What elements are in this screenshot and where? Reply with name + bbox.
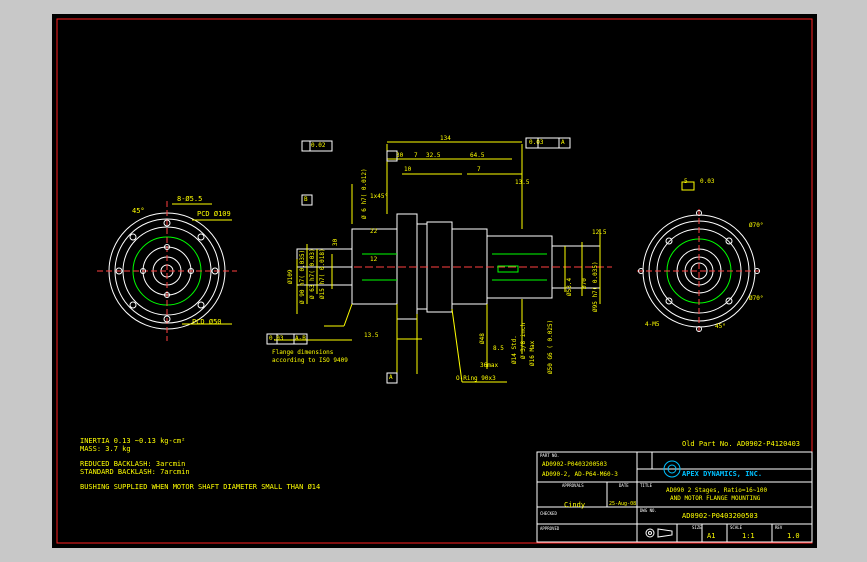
dim-15: Ø15 h7( 0.018) (319, 248, 326, 299)
rev-value: 1.0 (787, 532, 800, 540)
bushing-note: BUSHING SUPPLIED WHEN MOTOR SHAFT DIAMET… (80, 483, 321, 491)
dim-7: 7 (414, 152, 418, 159)
dim-14std: Ø14 Std. (511, 335, 518, 364)
title-label: TITLE (640, 483, 653, 488)
dim-70: Ø70 (581, 278, 588, 289)
drawing-canvas: INERTIA 0.13 ~0.13 kg-cm² MASS: 3.7 kg R… (52, 14, 817, 548)
old-part-no: Old Part No. AD0902-P4120403 (682, 440, 801, 448)
dim-36max: 36max (480, 362, 499, 369)
dim-13-5: 13.5 (515, 179, 530, 186)
left-pcd-outer: PCD Ø109 (197, 210, 231, 218)
projection-symbol (645, 528, 673, 538)
dim-48: Ø48 (479, 333, 486, 344)
left-angle-label: 45° (132, 207, 145, 215)
approvals-label: APPROVALS (562, 483, 584, 488)
dim-13-5b: 13.5 (364, 332, 379, 339)
dim-7b: 7 (477, 166, 481, 173)
checked-label: CHECKED (540, 511, 557, 516)
rev-label: REV (775, 525, 783, 530)
dim-tolerance: 0.03 (269, 335, 284, 342)
right-angle-2: Ø70° (749, 295, 764, 302)
dim-109: Ø109 (287, 269, 294, 284)
right-angle-3: 45° (715, 323, 726, 330)
dim-32-5: 32.5 (426, 152, 441, 159)
approved-label: APPROVED (540, 526, 560, 531)
size-value: A1 (707, 532, 716, 540)
part-no-1: AD0902-P0403200503 (542, 461, 608, 468)
standard-backlash-note: STANDARD BACKLASH: 7arcmin (80, 468, 190, 476)
part-no-label: PART NO. (540, 453, 560, 458)
dim-22: 22 (370, 228, 378, 235)
reduced-backlash-note: REDUCED BACKLASH: 3arcmin (80, 460, 186, 468)
right-front-view (637, 181, 762, 334)
right-key-dim: 0.03 (700, 178, 715, 185)
drawn-date: 25-Aug-08 (609, 501, 637, 507)
dwg-no: AD0902-P0403200503 (682, 512, 758, 520)
inertia-note: INERTIA 0.13 ~0.13 kg-cm² (80, 437, 186, 445)
right-holes: 4-M5 (645, 321, 660, 328)
dim-perpendicular: 0.02 (311, 142, 326, 149)
title-line-2: AND MOTOR FLANGE MOUNTING (670, 495, 761, 502)
left-bolt-label: 8-Ø5.5 (177, 195, 203, 203)
mass-note: MASS: 3.7 kg (80, 445, 131, 453)
dim-134: 134 (440, 135, 451, 142)
dim-a-b: A-B (295, 335, 306, 342)
flange-note-2: according to ISO 9409 (272, 357, 348, 364)
dim-12: 12 (370, 256, 378, 263)
dim-datum-b: B (304, 196, 308, 203)
drawn-by: Cindy (564, 501, 586, 509)
right-key-label: 5 (684, 178, 688, 185)
datum-c: A (389, 374, 393, 381)
dim-90: Ø 90 h7( 0.035) (299, 249, 306, 304)
dim-10: 10 (404, 166, 412, 173)
dim-3-8-inch: Ø 3/8 inch (520, 322, 527, 359)
dim-30: 30 (396, 152, 404, 159)
right-angle-1: Ø70° (749, 222, 764, 229)
dim-30b: 30 (332, 238, 339, 246)
dim-chamfer: 1x45° (370, 193, 389, 200)
dim-95: Ø95 h7( 0.035) (592, 261, 599, 312)
dim-53-4: Ø53.4 (566, 277, 573, 296)
dim-6h7: Ø 6 h7( 0.012) (361, 168, 368, 219)
dim-63: Ø 63 h7( 0.03) (309, 248, 316, 299)
dim-12-5: 12.5 (592, 229, 607, 236)
flange-note-1: Flange dimensions (272, 349, 334, 356)
left-pcd-inner: PCD Ø50 (192, 318, 222, 326)
oring-label: O-Ring 90x3 (456, 375, 496, 382)
dim-8-5: 8.5 (493, 345, 504, 352)
dim-flatness: 0.03 (529, 139, 544, 146)
dim-50: Ø50 G6 ( 0.025) (547, 319, 554, 374)
scale-value: 1:1 (742, 532, 755, 540)
size-label: SIZE (692, 525, 702, 530)
title-line-1: AD090 2 Stages, Ratio=16~100 (666, 487, 768, 494)
dim-64-5: 64.5 (470, 152, 485, 159)
date-label: DATE (619, 483, 629, 488)
part-no-2: AD090-2, AD-P64-M60-3 (542, 471, 618, 478)
company-name: APEX DYNAMICS, INC. (682, 470, 763, 478)
dim-datum-a: A (561, 139, 565, 146)
dwg-no-label: DWG NO. (640, 508, 657, 513)
scale-label: SCALE (730, 525, 743, 530)
dim-16max: Ø16 Max (529, 340, 536, 366)
